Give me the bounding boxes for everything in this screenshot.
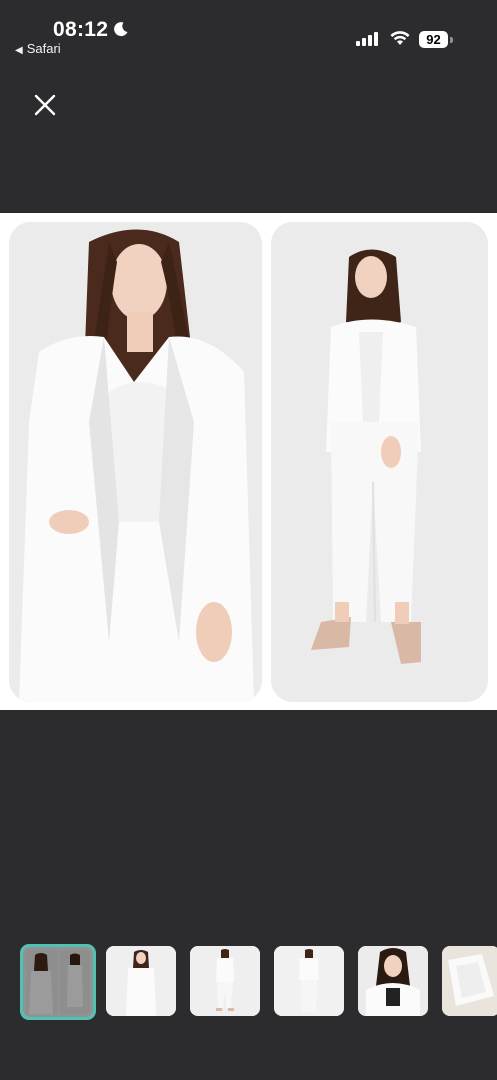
thumbnail-1-selected[interactable]: [20, 944, 96, 1020]
battery-indicator: 92: [419, 31, 453, 49]
cellular-signal-icon: [356, 32, 378, 46]
status-bar: 08:12 ◀ Safari 92: [0, 0, 497, 62]
status-time: 08:12: [53, 18, 109, 41]
product-photo-closeup: [9, 222, 262, 702]
battery-nub: [450, 37, 453, 43]
thumbnail-5[interactable]: [358, 946, 428, 1016]
selected-dim-overlay: [23, 947, 93, 1017]
thumbnail-6[interactable]: [442, 946, 497, 1016]
thumbnail-2[interactable]: [106, 946, 176, 1016]
back-app-label: Safari: [26, 41, 61, 56]
thumbnail-3[interactable]: [190, 946, 260, 1016]
thumbnail-4[interactable]: [274, 946, 344, 1016]
wifi-icon: [390, 31, 410, 45]
thumbnail-strip: [0, 940, 497, 1022]
close-icon[interactable]: [28, 88, 62, 122]
product-photo-full-length: [271, 222, 488, 702]
moon-icon: [114, 22, 128, 37]
back-to-app-link[interactable]: ◀ Safari: [15, 41, 61, 56]
battery-level: 92: [419, 31, 448, 48]
back-arrow-icon: ◀: [15, 45, 23, 56]
image-viewer[interactable]: [0, 213, 497, 710]
